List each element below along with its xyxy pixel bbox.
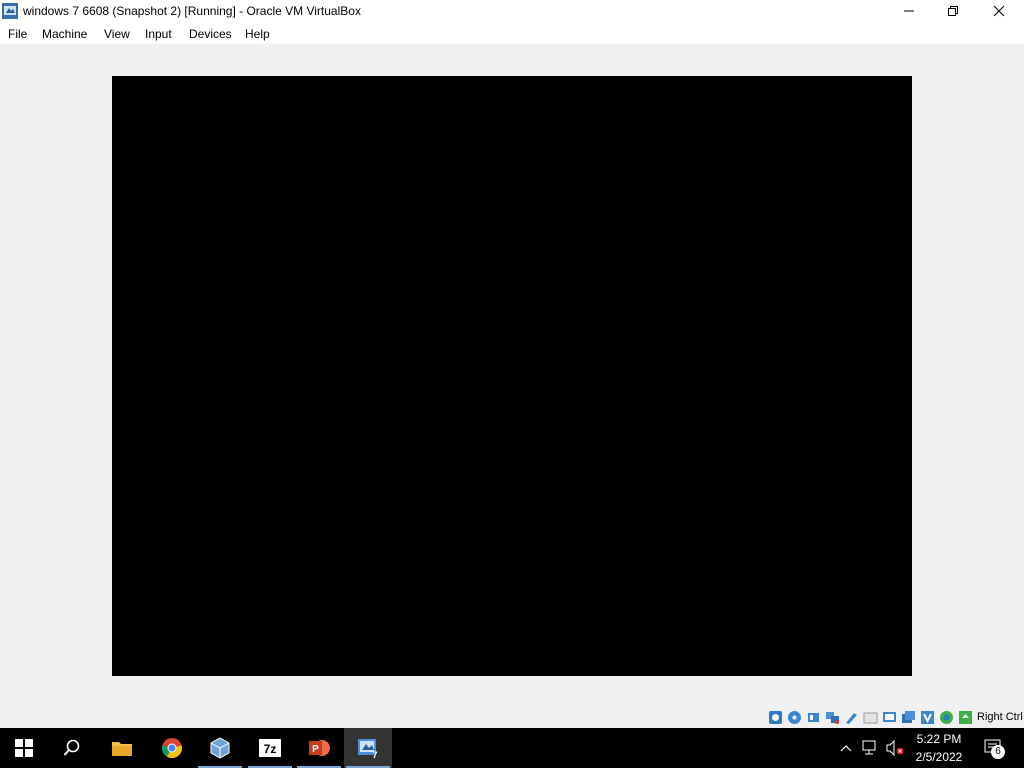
- taskbar-virtualbox-vm[interactable]: 7: [344, 728, 392, 768]
- clock-time: 5:22 PM: [916, 732, 962, 746]
- menu-help[interactable]: Help: [245, 27, 270, 41]
- display-icon[interactable]: [882, 710, 897, 725]
- svg-text:P: P: [312, 744, 319, 755]
- start-button[interactable]: [0, 728, 48, 768]
- vt-x-icon[interactable]: [920, 710, 935, 725]
- restore-button[interactable]: [930, 0, 976, 22]
- svg-text:7: 7: [372, 750, 377, 759]
- search-icon: [63, 739, 80, 756]
- network-tray-icon: [862, 740, 876, 755]
- show-hidden-icons-button[interactable]: [838, 739, 854, 757]
- audio-icon[interactable]: [806, 710, 821, 725]
- virtualbox-app-icon[interactable]: [2, 3, 18, 19]
- host-key-label[interactable]: Right Ctrl: [977, 711, 1023, 723]
- status-bar: Right Ctrl: [0, 706, 1024, 730]
- keyboard-icon[interactable]: [958, 710, 973, 725]
- action-center-button[interactable]: 6: [980, 739, 1008, 759]
- vm-screen[interactable]: [112, 76, 912, 676]
- network-icon[interactable]: [825, 710, 840, 725]
- menu-bar: File Machine View Input Devices Help: [0, 22, 1024, 44]
- usb-icon[interactable]: [844, 710, 859, 725]
- hard-disk-icon[interactable]: [768, 710, 783, 725]
- recording-icon[interactable]: [901, 710, 916, 725]
- notification-count-badge: 6: [991, 745, 1005, 759]
- volume-tray-button[interactable]: [885, 739, 905, 757]
- network-tray-button[interactable]: [861, 739, 881, 757]
- restore-icon: [948, 6, 958, 16]
- minimize-icon: [904, 10, 914, 12]
- menu-file[interactable]: File: [8, 27, 27, 41]
- taskbar-virtualbox[interactable]: [196, 728, 244, 768]
- close-icon: [993, 5, 1005, 17]
- taskbar-file-explorer[interactable]: [98, 728, 146, 768]
- start-icon: [15, 739, 33, 757]
- optical-drive-icon[interactable]: [787, 710, 802, 725]
- mouse-integration-icon[interactable]: [939, 710, 954, 725]
- window-title: windows 7 6608 (Snapshot 2) [Running] - …: [23, 4, 361, 18]
- virtualbox-vm-icon: 7: [358, 739, 378, 759]
- menu-devices[interactable]: Devices: [189, 27, 232, 41]
- search-button[interactable]: [48, 728, 96, 768]
- title-bar[interactable]: windows 7 6608 (Snapshot 2) [Running] - …: [0, 0, 1024, 22]
- powerpoint-icon: P: [309, 740, 330, 756]
- taskbar: 7z P 7 5:22 PM 2/5/2022 6: [0, 728, 1024, 768]
- shared-folders-icon[interactable]: [863, 710, 878, 725]
- menu-view[interactable]: View: [104, 27, 130, 41]
- taskbar-powerpoint[interactable]: P: [295, 728, 343, 768]
- 7zip-icon: 7z: [259, 739, 281, 757]
- chevron-up-icon: [840, 745, 852, 752]
- menu-machine[interactable]: Machine: [42, 27, 87, 41]
- volume-muted-icon: [886, 740, 904, 756]
- taskbar-7zip[interactable]: 7z: [246, 728, 294, 768]
- chrome-icon: [161, 738, 183, 759]
- virtualbox-icon: [210, 737, 230, 759]
- file-explorer-icon: [112, 742, 132, 756]
- clock-date: 2/5/2022: [915, 750, 963, 764]
- svg-text:7z: 7z: [264, 742, 277, 756]
- close-button[interactable]: [976, 0, 1022, 22]
- minimize-button[interactable]: [886, 0, 932, 22]
- clock[interactable]: 5:22 PM 2/5/2022: [906, 728, 972, 768]
- taskbar-chrome[interactable]: [148, 728, 196, 768]
- menu-input[interactable]: Input: [145, 27, 172, 41]
